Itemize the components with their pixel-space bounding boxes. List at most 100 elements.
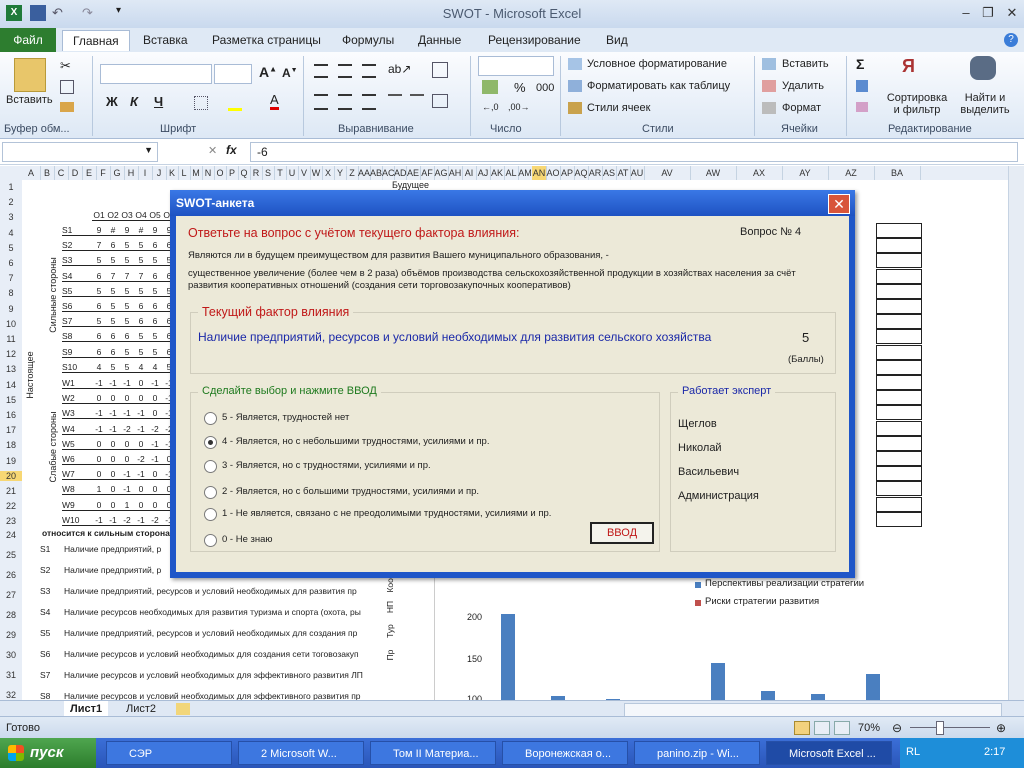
row-header[interactable]: 25 <box>0 550 22 560</box>
column-header[interactable]: AW <box>690 166 737 180</box>
answer-option[interactable]: 3 - Является, но с трудностями, усилиями… <box>204 460 604 474</box>
radio-button[interactable] <box>204 486 217 499</box>
column-header[interactable]: AJ <box>476 166 491 180</box>
underline-button[interactable]: Ч <box>154 94 163 109</box>
radio-button[interactable] <box>204 508 217 521</box>
tab-home[interactable]: Главная <box>62 30 130 51</box>
column-header[interactable]: J <box>152 166 167 180</box>
column-header[interactable]: AF <box>420 166 435 180</box>
font-size-combo[interactable] <box>214 64 252 84</box>
align-middle-icon[interactable] <box>338 64 352 78</box>
column-header[interactable]: AU <box>630 166 645 180</box>
ay-cell[interactable] <box>876 420 922 436</box>
radio-button[interactable] <box>204 460 217 473</box>
row-header[interactable]: 19 <box>0 456 22 466</box>
row-header[interactable]: 30 <box>0 650 22 660</box>
borders-icon[interactable] <box>194 96 208 110</box>
column-header[interactable]: D <box>68 166 83 180</box>
answer-option[interactable]: 2 - Является, но с большими трудностями,… <box>204 486 604 500</box>
column-header[interactable]: G <box>110 166 125 180</box>
answer-option[interactable]: 1 - Не является, связано с не преодолимы… <box>204 508 604 522</box>
tab-formulas[interactable]: Формулы <box>332 30 404 50</box>
radio-button[interactable] <box>204 534 217 547</box>
thousands-button[interactable]: 000 <box>536 82 554 94</box>
column-header[interactable]: AH <box>448 166 463 180</box>
italic-button[interactable]: К <box>130 94 138 109</box>
merge-cells-icon[interactable] <box>432 94 448 108</box>
align-top-icon[interactable] <box>314 64 328 78</box>
sort-filter-button[interactable]: Сортировка и фильтр <box>886 92 948 116</box>
column-header[interactable]: F <box>96 166 111 180</box>
row-header[interactable]: 5 <box>0 243 22 253</box>
tab-page-layout[interactable]: Разметка страницы <box>202 30 331 50</box>
column-header[interactable]: AV <box>644 166 691 180</box>
dialog-close-button[interactable]: ✕ <box>828 194 850 214</box>
column-header[interactable]: A <box>22 166 41 180</box>
tab-data[interactable]: Данные <box>408 30 471 50</box>
row-header[interactable]: 1 <box>0 182 22 192</box>
help-icon[interactable]: ? <box>1004 33 1018 47</box>
zoom-out-icon[interactable]: ⊖ <box>892 721 902 735</box>
radio-button[interactable] <box>204 412 217 425</box>
tray-icons[interactable] <box>930 746 974 760</box>
zoom-slider[interactable] <box>910 727 990 728</box>
column-header[interactable]: E <box>82 166 97 180</box>
accounting-format-icon[interactable] <box>482 80 498 94</box>
row-header[interactable]: 13 <box>0 364 22 374</box>
sheet-tab-1[interactable]: Лист1 <box>64 701 109 717</box>
ay-cell[interactable] <box>876 466 922 482</box>
row-header[interactable]: 7 <box>0 273 22 283</box>
format-cells-button[interactable]: Формат <box>782 102 821 114</box>
ay-cell[interactable] <box>876 283 922 299</box>
column-header[interactable]: B <box>40 166 55 180</box>
close-button[interactable]: ✕ <box>1000 4 1024 22</box>
column-header[interactable]: AG <box>434 166 449 180</box>
ay-cell[interactable] <box>876 451 922 466</box>
column-header[interactable]: C <box>54 166 69 180</box>
ay-cell[interactable] <box>876 299 922 314</box>
column-header[interactable]: AM <box>518 166 533 180</box>
row-header[interactable]: 4 <box>0 228 22 238</box>
taskbar-item-firefox[interactable]: Воронежская о... <box>502 741 628 765</box>
ay-cell[interactable] <box>876 405 922 421</box>
taskbar-item-excel[interactable]: Microsoft Excel ... <box>766 741 892 765</box>
column-header[interactable]: H <box>124 166 139 180</box>
sort-filter-icon[interactable]: Я <box>902 56 915 77</box>
tab-insert[interactable]: Вставка <box>133 30 198 50</box>
font-name-combo[interactable] <box>100 64 212 84</box>
percent-button[interactable]: % <box>514 80 526 95</box>
cut-icon[interactable]: ✂ <box>60 58 71 74</box>
column-header[interactable]: AS <box>602 166 617 180</box>
paste-button[interactable]: Вставить <box>6 94 53 106</box>
find-select-button[interactable]: Найти и выделить <box>958 92 1012 116</box>
clear-icon[interactable] <box>856 102 868 112</box>
sheet-tab-2[interactable]: Лист2 <box>120 701 162 717</box>
cancel-icon[interactable]: ✕ <box>208 144 217 157</box>
answer-option[interactable]: 0 - Не знаю <box>204 534 604 548</box>
row-header[interactable]: 10 <box>0 319 22 329</box>
row-header[interactable]: 29 <box>0 630 22 640</box>
find-select-icon[interactable] <box>970 56 996 80</box>
column-header[interactable]: AI <box>462 166 477 180</box>
column-header[interactable]: AN <box>532 166 547 180</box>
conditional-formatting-button[interactable]: Условное форматирование <box>587 58 727 70</box>
vertical-scrollbar[interactable] <box>1008 166 1024 700</box>
decrease-decimal-icon[interactable]: ,00→ <box>508 102 530 112</box>
row-header[interactable]: 15 <box>0 395 22 405</box>
row-header[interactable]: 6 <box>0 258 22 268</box>
text-orientation-icon[interactable]: ab↗ <box>388 62 411 76</box>
row-header[interactable]: 32 <box>0 690 22 700</box>
name-box[interactable]: ▼ <box>2 142 158 162</box>
grow-font-icon[interactable]: A▲ <box>259 64 277 80</box>
tab-view[interactable]: Вид <box>596 30 638 50</box>
row-header[interactable]: 8 <box>0 288 22 298</box>
row-header[interactable]: 26 <box>0 570 22 580</box>
ay-cell[interactable] <box>876 268 922 284</box>
row-header[interactable]: 18 <box>0 440 22 450</box>
column-header[interactable]: AR <box>588 166 603 180</box>
ay-cell[interactable] <box>876 223 922 238</box>
row-header[interactable]: 23 <box>0 516 22 526</box>
column-header[interactable]: AX <box>736 166 783 180</box>
ay-cell[interactable] <box>876 496 922 512</box>
column-header[interactable]: AO <box>546 166 561 180</box>
